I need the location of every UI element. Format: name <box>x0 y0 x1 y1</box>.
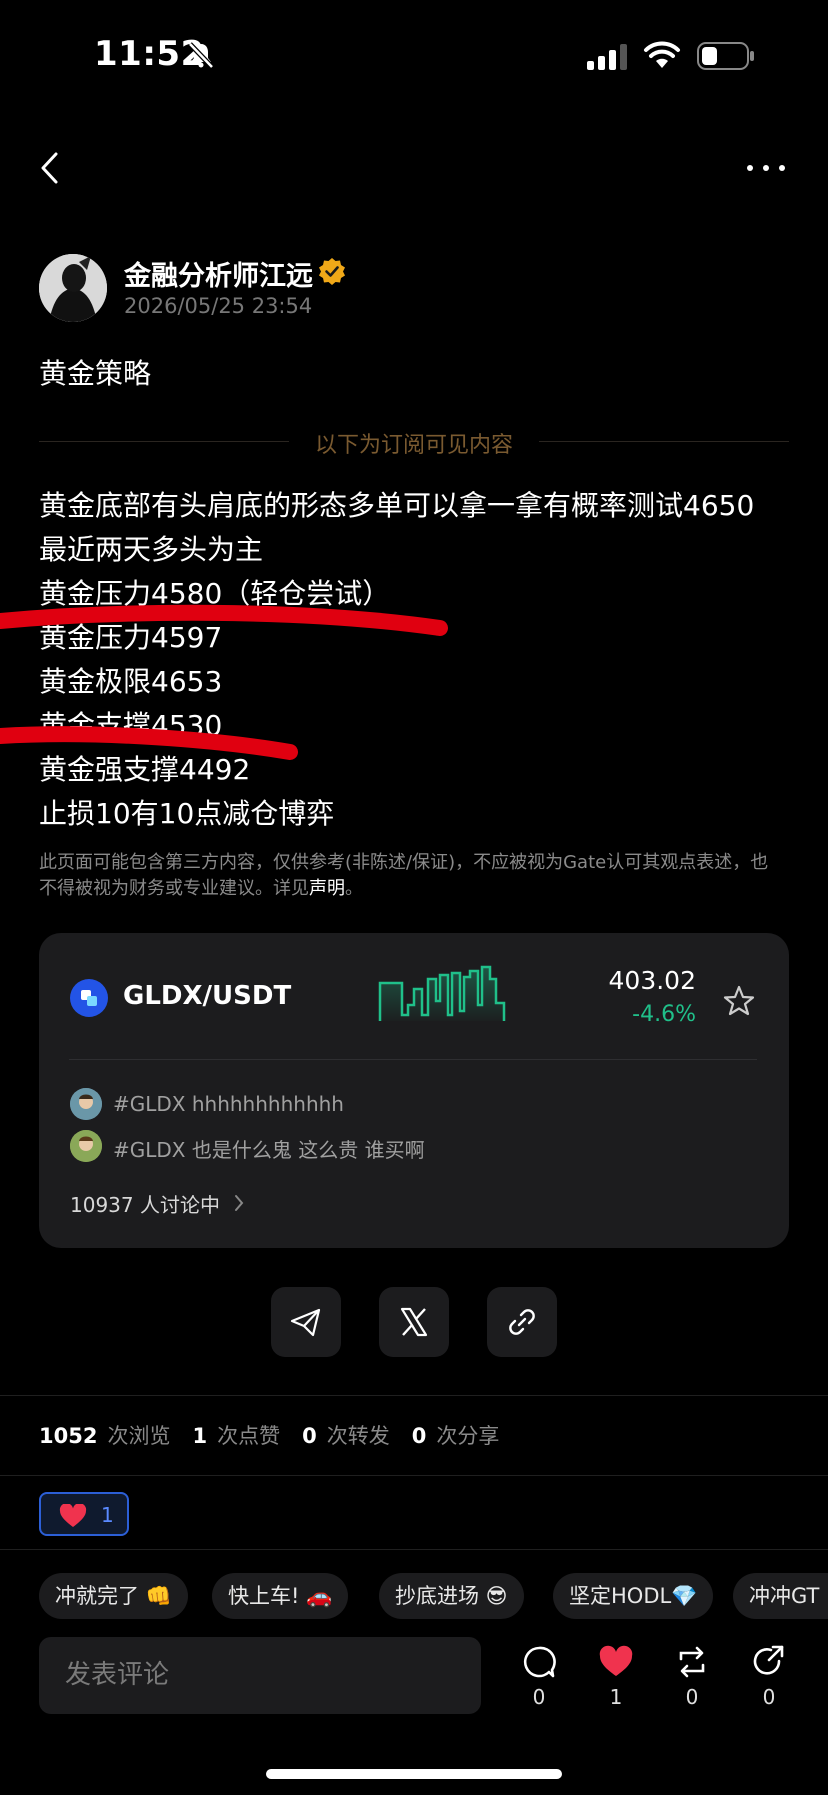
disclaimer-link[interactable]: 声明 <box>309 878 345 899</box>
post-line: 黄金极限4653 <box>39 665 223 698</box>
post-line: 最近两天多头为主 <box>39 533 264 566</box>
heart-icon <box>599 1645 633 1676</box>
quick-reply-chip[interactable]: 坚定HODL💎 <box>553 1573 714 1619</box>
discussion-count[interactable]: 10937 人讨论中 <box>70 1189 220 1218</box>
subscriber-divider: 以下为订阅可见内容 <box>39 427 789 458</box>
post-line: 黄金强支撑4492 <box>39 753 251 786</box>
sparkline-chart <box>378 965 506 1021</box>
likes-count: 1 <box>192 1424 208 1448</box>
avatar-image <box>39 254 107 322</box>
signal-icon <box>587 44 627 70</box>
like-action[interactable]: 1 <box>586 1645 646 1709</box>
verified-badge-icon <box>319 258 345 285</box>
subscriber-divider-text: 以下为订阅可见内容 <box>314 433 513 458</box>
reposts-label: 次转发 <box>326 1424 390 1448</box>
post-line: 黄金底部有头肩底的形态多单可以拿一拿有概率测试4650 <box>39 489 755 522</box>
share-x-button[interactable] <box>379 1287 449 1357</box>
comment-action[interactable]: 0 <box>509 1645 569 1709</box>
heart-reaction-chip[interactable]: 1 <box>39 1492 129 1536</box>
link-icon <box>509 1309 535 1335</box>
shares-label: 次分享 <box>436 1424 500 1448</box>
comment-icon <box>523 1646 556 1678</box>
share-action[interactable]: 0 <box>739 1645 799 1709</box>
share-count: 0 <box>762 1685 776 1709</box>
reaction-count: 1 <box>101 1503 114 1527</box>
post-body: 黄金底部有头肩底的形态多单可以拿一拿有概率测试4650 最近两天多头为主 黄金压… <box>39 484 754 836</box>
share-icon <box>753 1645 784 1675</box>
repost-action[interactable]: 0 <box>662 1645 722 1709</box>
coin-logo <box>81 990 97 1006</box>
battery-icon <box>697 42 754 70</box>
chevron-right-icon[interactable] <box>232 1192 246 1214</box>
commenter-avatar <box>70 1130 102 1162</box>
like-count: 1 <box>609 1685 623 1709</box>
share-telegram-button[interactable] <box>271 1287 341 1357</box>
quick-reply-chip[interactable]: 快上车! 🚗 <box>212 1573 349 1619</box>
wifi-icon <box>644 41 680 68</box>
divider-line-right <box>539 441 789 442</box>
commenter-avatar-image <box>70 1088 102 1120</box>
bell-muted-icon <box>188 42 214 69</box>
commenter-avatar <box>70 1088 102 1120</box>
divider <box>0 1475 828 1476</box>
post-line: 黄金压力4580（轻仓尝试） <box>39 577 391 610</box>
disclaimer: 此页面可能包含第三方内容，仅供参考(非陈述/保证)，不应被视为Gate认可其观点… <box>39 850 769 902</box>
shares-count: 0 <box>411 1424 427 1448</box>
x-logo-icon <box>400 1307 428 1337</box>
post-line: 止损10有10点减仓博弈 <box>39 797 335 830</box>
author-name[interactable]: 金融分析师江远 <box>124 254 313 293</box>
quick-reply-chip[interactable]: 冲就完了 👊 <box>39 1573 188 1619</box>
more-icon[interactable] <box>746 158 786 178</box>
copy-link-button[interactable] <box>487 1287 557 1357</box>
star-icon[interactable] <box>722 984 756 1018</box>
comment-count: 0 <box>532 1685 546 1709</box>
disclaimer-end: 。 <box>345 878 363 899</box>
divider <box>0 1395 828 1396</box>
card-comment: #GLDX hhhhhhhhhhhh <box>113 1092 344 1116</box>
disclaimer-text: 此页面可能包含第三方内容，仅供参考(非陈述/保证)，不应被视为Gate认可其观点… <box>39 852 769 899</box>
likes-label: 次点赞 <box>217 1424 281 1448</box>
post-line: 黄金支撑4530 <box>39 709 223 742</box>
repost-icon <box>679 1646 705 1678</box>
pair-name[interactable]: GLDX/USDT <box>123 981 291 1011</box>
views-count: 1052 <box>39 1424 98 1448</box>
card-divider <box>69 1059 757 1060</box>
post-line: 黄金压力4597 <box>39 621 223 654</box>
telegram-icon <box>290 1308 321 1337</box>
quick-reply-chip[interactable]: 冲冲GT <box>733 1573 828 1619</box>
commenter-avatar-image <box>70 1130 102 1162</box>
reposts-count: 0 <box>302 1424 317 1448</box>
price-change: -4.6% <box>632 1002 696 1027</box>
quick-reply-chip[interactable]: 抄底进场 😎 <box>379 1573 524 1619</box>
price: 403.02 <box>608 966 696 995</box>
divider <box>0 1549 828 1550</box>
card-comment: #GLDX 也是什么鬼 这么贵 谁买啊 <box>113 1138 425 1162</box>
post-stats: 1052 次浏览 1 次点赞 0 次转发 0 次分享 <box>39 1420 521 1450</box>
back-icon[interactable] <box>38 150 62 186</box>
views-label: 次浏览 <box>107 1424 171 1448</box>
comment-input[interactable]: 发表评论 <box>39 1637 481 1714</box>
home-indicator <box>266 1769 562 1779</box>
coin-icon <box>70 979 108 1017</box>
repost-count: 0 <box>685 1685 699 1709</box>
author-avatar[interactable] <box>39 254 107 322</box>
heart-icon <box>59 1504 87 1527</box>
post-timestamp: 2026/05/25 23:54 <box>124 294 313 318</box>
post-title: 黄金策略 <box>39 357 152 390</box>
